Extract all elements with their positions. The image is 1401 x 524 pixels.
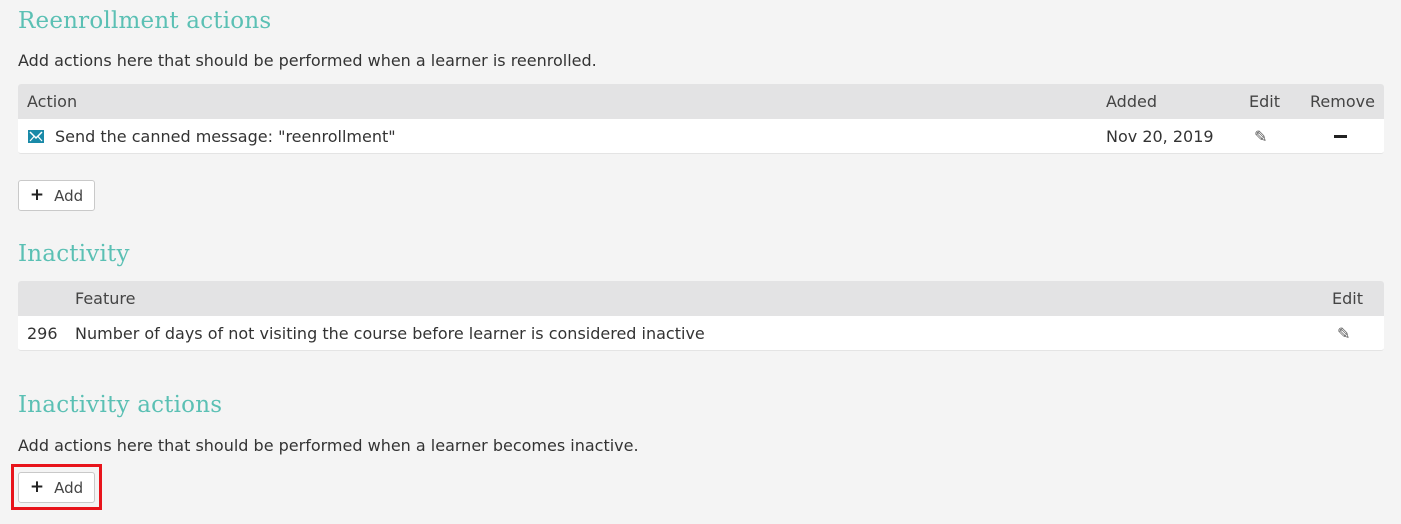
inactivity-actions-description: Add actions here that should be performe… [18,436,639,455]
table-row: 296 Number of days of not visiting the c… [18,316,1384,351]
reenrollment-actions-title: Reenrollment actions [18,8,272,34]
action-label: Send the canned message: "reenrollment" [55,126,396,146]
reenrollment-add-button[interactable]: + Add [18,180,95,211]
add-button-label: Add [54,478,84,497]
edit-button[interactable]: ✎ [1254,119,1267,153]
add-button-label: Add [54,186,84,205]
inactivity-days-value: 296 [27,323,58,343]
added-date: Nov 20, 2019 [1106,126,1214,146]
table-row: Send the canned message: "reenrollment" … [18,119,1384,154]
action-cell: Send the canned message: "reenrollment" [28,119,396,153]
inactivity-feature-label: Number of days of not visiting the cours… [75,323,705,343]
reenrollment-description: Add actions here that should be performe… [18,51,597,70]
pencil-icon[interactable]: ✎ [1337,324,1350,343]
reenrollment-actions-table: Action Added Edit Remove Send the canned… [18,84,1384,154]
column-header-edit: Edit [1249,92,1280,111]
table-header: Feature Edit [18,281,1384,316]
plus-icon: + [29,477,45,497]
pencil-icon[interactable]: ✎ [1254,127,1267,146]
column-header-remove: Remove [1310,92,1375,111]
edit-button[interactable]: ✎ [1337,316,1350,350]
plus-icon: + [29,185,45,205]
table-header: Action Added Edit Remove [18,84,1384,119]
mail-icon [28,129,44,143]
inactivity-add-button[interactable]: + Add [18,472,95,503]
inactivity-title: Inactivity [18,241,130,267]
minus-icon[interactable] [1334,134,1347,138]
column-header-action: Action [27,92,78,111]
column-header-feature: Feature [75,289,136,308]
inactivity-table: Feature Edit 296 Number of days of not v… [18,281,1384,351]
column-header-edit: Edit [1332,289,1363,308]
remove-button[interactable] [1334,119,1347,153]
inactivity-actions-title: Inactivity actions [18,392,223,418]
column-header-added: Added [1106,92,1157,111]
